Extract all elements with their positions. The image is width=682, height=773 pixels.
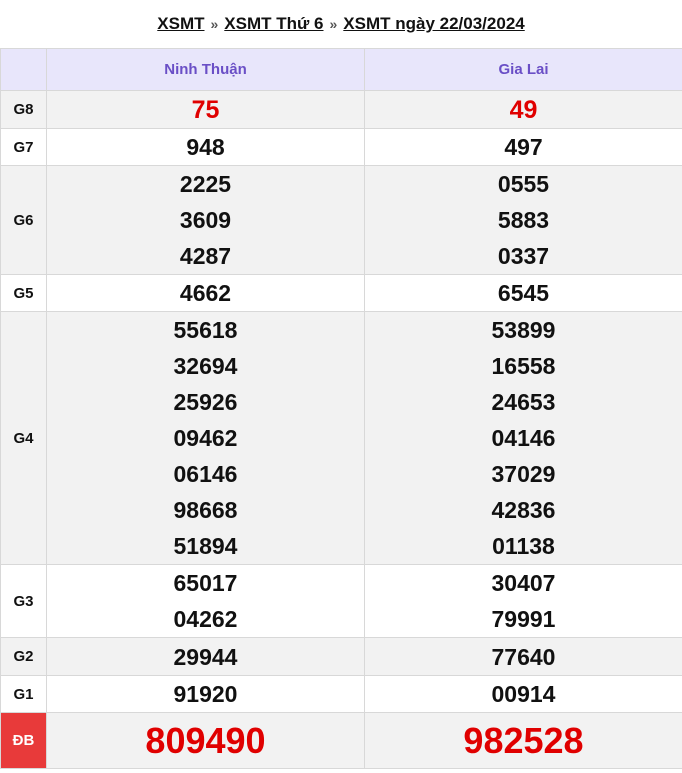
- result-number: 09462: [173, 425, 238, 451]
- prize-label: G7: [0, 128, 47, 166]
- lottery-result-table: Ninh Thuận Gia Lai G8 75 49 G7 948 497 G…: [0, 48, 682, 769]
- prize-row-g1: G1 91920 00914: [0, 675, 682, 713]
- result-cell: 982528: [364, 712, 682, 769]
- result-number: 65017: [173, 570, 238, 596]
- prize-label: G8: [0, 90, 47, 129]
- result-number: 5883: [497, 207, 550, 233]
- result-number-special: 809490: [145, 719, 266, 761]
- result-cell: 497: [364, 128, 682, 166]
- result-number: 49: [509, 95, 538, 124]
- result-number: 30407: [491, 570, 556, 596]
- result-cell: 948: [46, 128, 365, 166]
- result-number: 32694: [173, 353, 238, 379]
- result-number: 55618: [173, 317, 238, 343]
- result-number: 37029: [491, 461, 556, 487]
- result-number: 98668: [173, 497, 238, 523]
- breadcrumb: XSMT » XSMT Thứ 6 » XSMT ngày 22/03/2024: [0, 0, 682, 48]
- prize-row-g6: G6 2225 3609 4287 0555 5883 0337: [0, 165, 682, 275]
- result-number: 25926: [173, 389, 238, 415]
- prize-label: G4: [0, 311, 47, 565]
- result-number: 01138: [492, 533, 555, 559]
- prize-label: G5: [0, 274, 47, 312]
- prize-label: G2: [0, 637, 47, 676]
- breadcrumb-link-xsmt-thu6[interactable]: XSMT Thứ 6: [224, 14, 323, 34]
- result-cell: 75: [46, 90, 365, 129]
- prize-row-g5: G5 4662 6545: [0, 274, 682, 312]
- prize-label-special: ĐB: [0, 712, 47, 769]
- result-cell: 91920: [46, 675, 365, 713]
- result-cell: 29944: [46, 637, 365, 676]
- result-number: 51894: [173, 533, 238, 559]
- result-number: 77640: [491, 643, 556, 670]
- header-corner-cell: [0, 48, 47, 91]
- result-number: 75: [191, 95, 220, 124]
- result-cell: 0555 5883 0337: [364, 165, 682, 275]
- result-number: 24653: [491, 389, 556, 415]
- prize-row-g3: G3 65017 04262 30407 79991: [0, 564, 682, 638]
- result-cell: 809490: [46, 712, 365, 769]
- prize-row-special: ĐB 809490 982528: [0, 712, 682, 769]
- breadcrumb-separator: »: [329, 16, 338, 32]
- result-cell: 2225 3609 4287: [46, 165, 365, 275]
- prize-label: G6: [0, 165, 47, 275]
- result-cell: 53899 16558 24653 04146 37029 42836 0113…: [364, 311, 682, 565]
- breadcrumb-link-xsmt-date[interactable]: XSMT ngày 22/03/2024: [343, 14, 524, 34]
- prize-row-g8: G8 75 49: [0, 90, 682, 129]
- result-number: 4662: [179, 280, 232, 306]
- result-number: 0555: [497, 171, 550, 197]
- result-number: 497: [504, 134, 543, 160]
- breadcrumb-separator: »: [210, 16, 219, 32]
- result-cell: 55618 32694 25926 09462 06146 98668 5189…: [46, 311, 365, 565]
- result-cell: 77640: [364, 637, 682, 676]
- province-header-gia-lai[interactable]: Gia Lai: [364, 48, 682, 91]
- prize-row-g4: G4 55618 32694 25926 09462 06146 98668 5…: [0, 311, 682, 565]
- result-cell: 49: [364, 90, 682, 129]
- prize-row-g7: G7 948 497: [0, 128, 682, 166]
- table-header-row: Ninh Thuận Gia Lai: [0, 48, 682, 91]
- breadcrumb-link-xsmt[interactable]: XSMT: [157, 14, 204, 34]
- result-number: 2225: [179, 171, 232, 197]
- result-number: 53899: [491, 317, 556, 343]
- result-number-special: 982528: [463, 719, 584, 761]
- result-cell: 00914: [364, 675, 682, 713]
- result-number: 79991: [491, 606, 556, 632]
- result-number: 04146: [491, 425, 556, 451]
- result-number: 91920: [173, 681, 238, 707]
- result-number: 06146: [173, 461, 238, 487]
- result-cell: 4662: [46, 274, 365, 312]
- result-number: 0337: [497, 243, 550, 269]
- result-number: 42836: [491, 497, 556, 523]
- prize-label: G3: [0, 564, 47, 638]
- prize-label: G1: [0, 675, 47, 713]
- result-number: 00914: [491, 681, 556, 707]
- result-number: 16558: [491, 353, 556, 379]
- result-cell: 65017 04262: [46, 564, 365, 638]
- result-number: 3609: [179, 207, 232, 233]
- result-number: 04262: [173, 606, 238, 632]
- result-number: 6545: [497, 280, 550, 306]
- province-header-ninh-thuan[interactable]: Ninh Thuận: [46, 48, 365, 91]
- result-cell: 6545: [364, 274, 682, 312]
- result-cell: 30407 79991: [364, 564, 682, 638]
- result-number: 29944: [173, 643, 238, 670]
- prize-row-g2: G2 29944 77640: [0, 637, 682, 676]
- result-number: 948: [186, 134, 225, 160]
- result-number: 4287: [179, 243, 232, 269]
